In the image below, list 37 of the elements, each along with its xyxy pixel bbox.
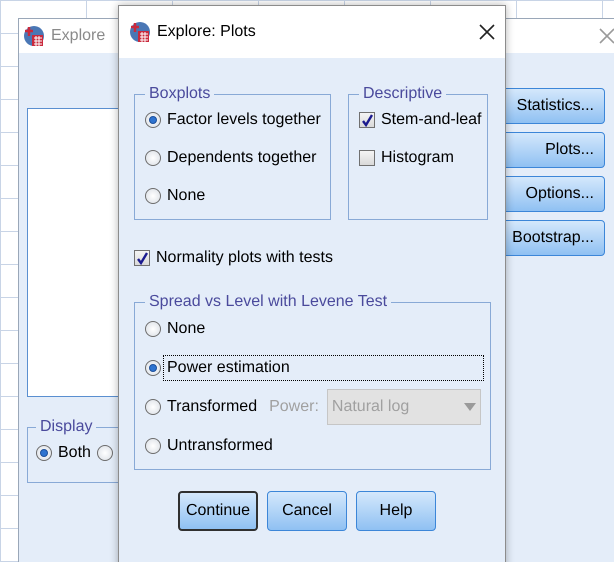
radio-button[interactable] <box>145 150 161 166</box>
checkbox-label: Histogram <box>381 148 454 168</box>
radio-button[interactable] <box>145 438 161 454</box>
radio-button[interactable] <box>145 188 161 204</box>
power-label: Power: <box>269 397 319 417</box>
window-title: Explore: Plots <box>157 22 256 42</box>
radio-button[interactable] <box>145 112 161 128</box>
dialog-button[interactable]: Help <box>356 491 436 531</box>
dropdown-arrow-icon <box>464 403 476 411</box>
group-label: Descriptive <box>362 84 444 104</box>
dialog-button[interactable]: Cancel <box>267 491 347 531</box>
checkbox-label: Stem-and-leaf <box>381 110 482 130</box>
radio-label: Factor levels together <box>167 110 321 130</box>
radio-button[interactable] <box>145 360 161 376</box>
radio-label: Transformed <box>166 397 258 417</box>
app-icon <box>129 21 151 43</box>
radio-button[interactable] <box>96 445 113 461</box>
app-icon <box>23 25 45 47</box>
checkbox[interactable] <box>134 250 150 266</box>
dialog-button[interactable]: Continue <box>178 491 258 531</box>
radio-label: None <box>167 186 206 206</box>
group-label: Spread vs Level with Levene Test <box>148 292 388 312</box>
radio-label: None <box>166 319 206 339</box>
group-label: Display <box>39 417 94 437</box>
close-icon[interactable] <box>479 24 495 40</box>
radio-label: Both <box>58 443 91 463</box>
radio-label: Untransformed <box>166 436 274 456</box>
radio-button[interactable] <box>36 445 52 461</box>
checkbox[interactable] <box>359 150 375 166</box>
checkbox-label: Normality plots with tests <box>156 248 333 268</box>
radio-label: Power estimation <box>163 355 484 381</box>
checkbox[interactable] <box>359 112 375 128</box>
radio-label: Dependents together <box>167 148 316 168</box>
window-title: Explore <box>51 26 106 46</box>
radio-button[interactable] <box>145 399 161 415</box>
radio-button[interactable] <box>145 321 161 337</box>
group-label: Boxplots <box>148 84 212 104</box>
